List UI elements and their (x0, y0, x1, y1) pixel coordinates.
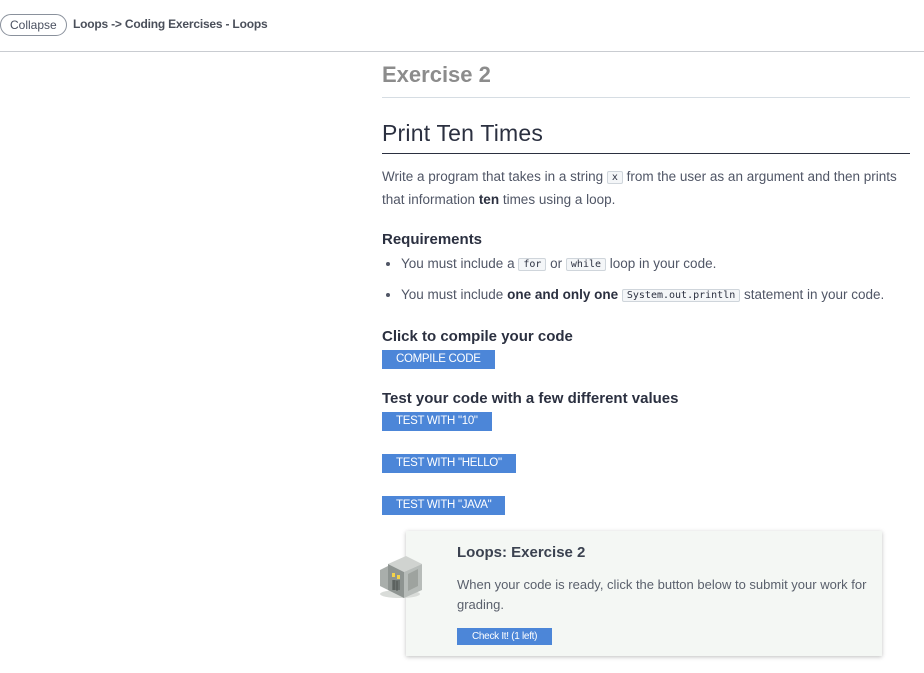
requirement-item: You must include a for or while loop in … (401, 254, 910, 275)
exercise-content: Exercise 2 Print Ten Times Write a progr… (382, 52, 910, 515)
requirement-text: You must include (401, 287, 508, 302)
requirements-heading: Requirements (382, 231, 483, 248)
requirement-bold: one and only one (507, 287, 619, 302)
requirement-text: or (546, 256, 566, 271)
test-button-row: TEST WITH "HELLO" (382, 453, 910, 473)
exercise-description: Write a program that takes in a string x… (382, 166, 910, 210)
compile-code-button[interactable]: COMPILE CODE (382, 350, 495, 369)
grading-title: Loops: Exercise 2 (457, 544, 586, 561)
description-text: Write a program that takes in a string (382, 169, 607, 184)
test-with-10-button[interactable]: TEST WITH "10" (382, 412, 492, 431)
breadcrumb: Loops -> Coding Exercises - Loops (73, 17, 268, 31)
test-button-row: TEST WITH "10" (382, 411, 910, 431)
inline-code: x (606, 171, 623, 184)
requirement-item: You must include one and only one System… (401, 285, 910, 306)
description-bold: ten (478, 192, 500, 207)
grading-text: When your code is ready, click the butto… (457, 577, 867, 612)
inline-code: for (518, 258, 547, 271)
check-it-button[interactable]: Check It! (1 left) (457, 628, 553, 645)
collapse-button[interactable]: Collapse (0, 14, 67, 36)
requirement-text: You must include a (401, 256, 519, 271)
test-button-row: TEST WITH "JAVA" (382, 495, 910, 515)
requirement-text: statement in your code. (740, 287, 885, 302)
compile-heading: Click to compile your code (382, 328, 573, 345)
requirements-list: You must include a for or while loop in … (382, 254, 910, 306)
test-with-hello-button[interactable]: TEST WITH "HELLO" (382, 454, 516, 473)
page-title: Print Ten Times (382, 120, 910, 154)
grader-machine-icon (376, 550, 428, 602)
inline-code: System.out.println (621, 289, 741, 302)
grading-card: Loops: Exercise 2 When your code is read… (406, 531, 882, 656)
test-heading: Test your code with a few different valu… (382, 390, 679, 407)
top-bar: Collapse Loops -> Coding Exercises - Loo… (0, 0, 924, 52)
compile-button-row: COMPILE CODE (382, 349, 910, 369)
description-text: times using a loop. (499, 192, 616, 207)
requirement-text: loop in your code. (606, 256, 717, 271)
test-with-java-button[interactable]: TEST WITH "JAVA" (382, 496, 506, 515)
exercise-label: Exercise 2 (382, 62, 910, 98)
inline-code: while (565, 258, 607, 271)
